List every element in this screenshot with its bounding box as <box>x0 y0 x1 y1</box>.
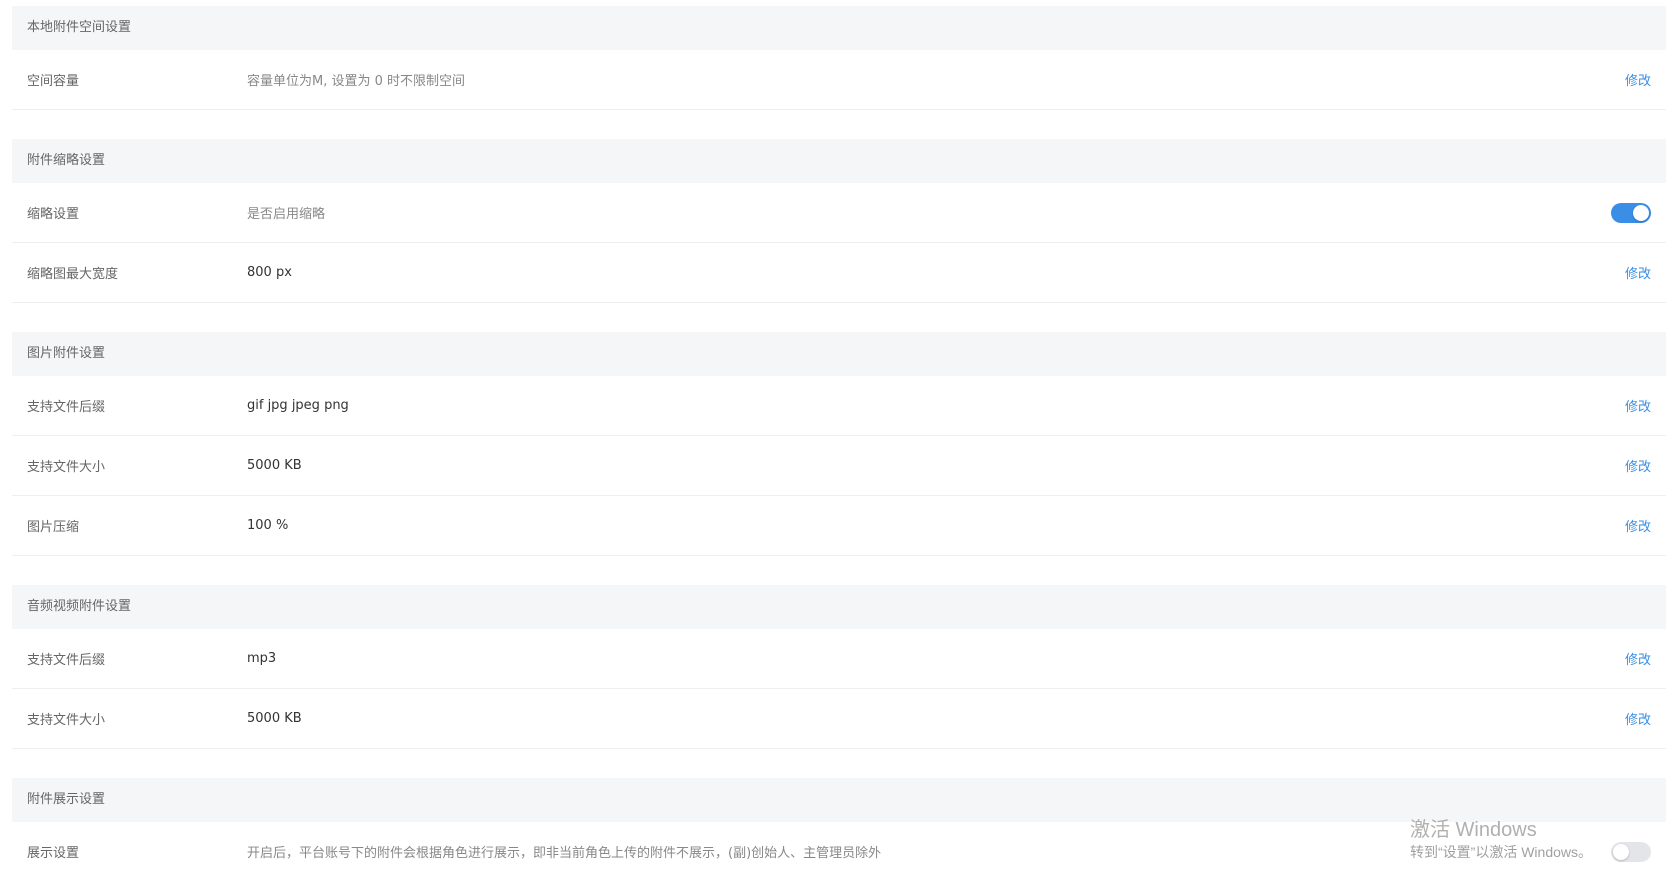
edit-link[interactable]: 修改 <box>1625 456 1651 475</box>
row-value: 800 px <box>247 265 292 280</box>
setting-row-av-suffix: 支持文件后缀 mp3 修改 <box>12 629 1666 689</box>
section-audio-video: 音频视频附件设置 支持文件后缀 mp3 修改 支持文件大小 5000 KB 修改 <box>12 585 1666 749</box>
row-label: 缩略设置 <box>27 207 80 222</box>
section-title: 附件展示设置 <box>12 778 1666 822</box>
setting-row-thumbnail-width: 缩略图最大宽度 800 px 修改 <box>12 243 1666 303</box>
toggle-knob <box>1633 204 1649 221</box>
row-value: gif jpg jpeg png <box>247 398 349 413</box>
row-value: 100 % <box>247 518 289 533</box>
row-label: 空间容量 <box>27 74 80 89</box>
row-label: 展示设置 <box>27 846 80 861</box>
row-value: 开启后，平台账号下的附件会根据角色进行展示，即非当前角色上传的附件不展示，(副)… <box>247 846 882 861</box>
setting-row-image-size: 支持文件大小 5000 KB 修改 <box>12 436 1666 496</box>
thumbnail-toggle-switch[interactable] <box>1611 202 1651 223</box>
row-label: 支持文件大小 <box>27 713 106 728</box>
row-label: 支持文件后缀 <box>27 400 106 415</box>
section-title: 附件缩略设置 <box>12 139 1666 183</box>
row-label: 支持文件大小 <box>27 460 106 475</box>
display-toggle-switch[interactable] <box>1611 841 1651 862</box>
edit-link[interactable]: 修改 <box>1625 396 1651 415</box>
row-value: 5000 KB <box>247 711 302 726</box>
edit-link[interactable]: 修改 <box>1625 709 1651 728</box>
row-value: 容量单位为M, 设置为 0 时不限制空间 <box>247 74 466 89</box>
row-value: 5000 KB <box>247 458 302 473</box>
toggle-knob <box>1613 843 1629 860</box>
section-title: 本地附件空间设置 <box>12 6 1666 50</box>
section-image-attachment: 图片附件设置 支持文件后缀 gif jpg jpeg png 修改 支持文件大小… <box>12 332 1666 556</box>
attachment-settings-page: 本地附件空间设置 空间容量 容量单位为M, 设置为 0 时不限制空间 修改 附件… <box>0 0 1672 878</box>
edit-link[interactable]: 修改 <box>1625 70 1651 89</box>
section-local-space: 本地附件空间设置 空间容量 容量单位为M, 设置为 0 时不限制空间 修改 <box>12 6 1666 110</box>
settings-content: 本地附件空间设置 空间容量 容量单位为M, 设置为 0 时不限制空间 修改 附件… <box>12 6 1666 878</box>
section-title: 图片附件设置 <box>12 332 1666 376</box>
section-title: 音频视频附件设置 <box>12 585 1666 629</box>
setting-row-display: 展示设置 开启后，平台账号下的附件会根据角色进行展示，即非当前角色上传的附件不展… <box>12 822 1666 878</box>
section-attachment-display: 附件展示设置 展示设置 开启后，平台账号下的附件会根据角色进行展示，即非当前角色… <box>12 778 1666 878</box>
row-value: 是否启用缩略 <box>247 207 326 222</box>
edit-link[interactable]: 修改 <box>1625 263 1651 282</box>
setting-row-thumbnail-toggle: 缩略设置 是否启用缩略 <box>12 183 1666 243</box>
row-label: 支持文件后缀 <box>27 653 106 668</box>
setting-row-image-compression: 图片压缩 100 % 修改 <box>12 496 1666 556</box>
row-label: 缩略图最大宽度 <box>27 267 119 282</box>
setting-row-space-capacity: 空间容量 容量单位为M, 设置为 0 时不限制空间 修改 <box>12 50 1666 110</box>
setting-row-image-suffix: 支持文件后缀 gif jpg jpeg png 修改 <box>12 376 1666 436</box>
edit-link[interactable]: 修改 <box>1625 516 1651 535</box>
setting-row-av-size: 支持文件大小 5000 KB 修改 <box>12 689 1666 749</box>
row-value: mp3 <box>247 651 277 666</box>
edit-link[interactable]: 修改 <box>1625 649 1651 668</box>
row-label: 图片压缩 <box>27 520 80 535</box>
section-thumbnail: 附件缩略设置 缩略设置 是否启用缩略 缩略图最大宽度 800 px 修改 <box>12 139 1666 303</box>
